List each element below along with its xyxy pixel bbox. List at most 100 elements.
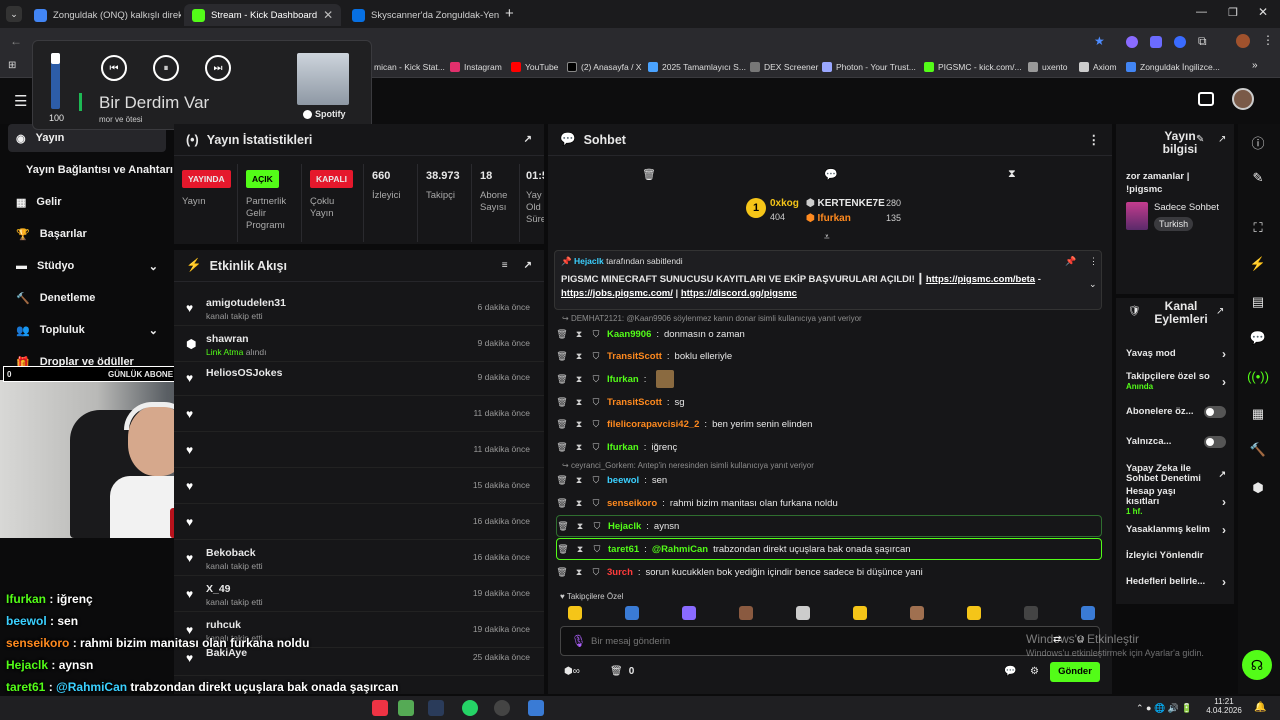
sidebar-item-studyo[interactable]: ▬ Stüdyo ⌄: [8, 252, 166, 280]
activity-item[interactable]: ♥ 11 dakika önce: [174, 434, 544, 468]
chat-message[interactable]: 🗑 ⧗ ⛉ filelicorapavcisi42_2: ben yerim senin…: [556, 413, 1096, 435]
delete-icon[interactable]: 🗑: [556, 419, 568, 430]
hammer-icon[interactable]: 🔨: [1238, 436, 1278, 464]
delete-icon[interactable]: 🗑: [556, 567, 568, 578]
chat-message[interactable]: 🗑 ⧗ ⛉ beewol: sen: [556, 469, 1096, 491]
chat-toggle-icon[interactable]: 💬: [1238, 324, 1278, 352]
activity-item[interactable]: ♥ 11 dakika önce: [174, 398, 544, 432]
new-tab-icon[interactable]: +: [505, 5, 514, 22]
chat-username[interactable]: TransitScott: [607, 351, 662, 362]
emote-icon[interactable]: [739, 606, 753, 620]
sidebar-item-basarilar[interactable]: 🏆 Başarılar: [8, 220, 166, 248]
pinned-link-beta[interactable]: https://pigsmc.com/beta: [926, 274, 1035, 285]
pinned-link-jobs[interactable]: https://jobs.pigsmc.com/: [561, 288, 673, 299]
delete-icon[interactable]: 🗑: [556, 397, 568, 408]
bookmark-0[interactable]: mican - Kick Stat...: [374, 60, 445, 74]
delete-icon[interactable]: 🗑: [557, 544, 569, 555]
delete-icon[interactable]: 🗑: [556, 351, 568, 362]
emote-icon[interactable]: [1024, 606, 1038, 620]
delete-icon[interactable]: 🗑: [556, 442, 568, 453]
bookmark-10[interactable]: Zonguldak İngilizce...: [1126, 60, 1220, 74]
delete-icon[interactable]: 🗑: [556, 475, 568, 486]
chat-message[interactable]: 🗑 ⧗ ⛉ Ifurkan:: [556, 368, 1096, 390]
expand-pinned-icon[interactable]: ⌄: [1089, 279, 1097, 290]
delete-icon[interactable]: 🗑: [556, 329, 568, 340]
activity-item[interactable]: ♥ amigotudelen31 kanalı takip etti 6 dakika…: [174, 292, 544, 326]
chat-input[interactable]: [591, 631, 1011, 651]
activity-item[interactable]: ♥ Bekoback kanalı takip etti 16 dakika önce: [174, 542, 544, 576]
chat-username[interactable]: Hejaclk: [608, 521, 641, 532]
gift-count[interactable]: 🗑 0: [610, 666, 634, 677]
bookmark-6[interactable]: Photon - Your Trust...: [822, 60, 916, 74]
timeout-icon[interactable]: ⧗: [573, 419, 585, 430]
bookmark-3[interactable]: (2) Anasayfa / X: [567, 60, 641, 74]
bookmark-star-icon[interactable]: ★: [1094, 34, 1105, 48]
chat-username[interactable]: Kaan9906: [607, 329, 651, 340]
chat-username[interactable]: senseikoro: [607, 498, 657, 509]
channel-action-7[interactable]: İzleyici Yönlendir: [1126, 544, 1226, 568]
more-options-icon[interactable]: ⋮: [1088, 132, 1101, 147]
emote-icon[interactable]: [967, 606, 981, 620]
send-button[interactable]: Gönder: [1050, 662, 1100, 682]
channel-action-3[interactable]: Yalnızca...: [1126, 430, 1226, 454]
points-rail-icon[interactable]: ⬢: [1238, 474, 1278, 502]
edit-icon[interactable]: ✎: [1196, 134, 1204, 145]
chat-message[interactable]: 🗑 ⧗ ⛉ 3urch: sorun kucukklen bok yediğin içi…: [556, 561, 1096, 583]
chat-message[interactable]: 🗑 ⧗ ⛉ senseikoro: rahmi bizim manitası olan …: [556, 492, 1096, 514]
microphone-icon[interactable]: 🎙: [571, 634, 586, 648]
chat-message[interactable]: 🗑 ⧗ ⛉ taret61: @RahmiCan trabzondan direkt uç…: [556, 538, 1102, 560]
tab-0[interactable]: Zonguldak (ONQ) kalkışlı direkt✕: [26, 4, 181, 26]
timeout-icon[interactable]: ⧗: [573, 329, 585, 340]
emote-icon[interactable]: [910, 606, 924, 620]
pencil-icon[interactable]: ✎: [1238, 164, 1278, 192]
unpin-icon[interactable]: 📌: [1065, 256, 1076, 267]
timeout-icon[interactable]: ⧗: [573, 567, 585, 578]
activity-item[interactable]: ♥ HeliosOSJokes 9 dakika önce: [174, 362, 544, 396]
close-icon[interactable]: ✕: [323, 8, 333, 22]
bookmark-4[interactable]: 2025 Tamamlayıcı S...: [648, 60, 746, 74]
sidebar-item-gelir[interactable]: ▦ Gelir: [8, 188, 166, 216]
extension-icon[interactable]: [1126, 36, 1138, 48]
category-name[interactable]: Sadece Sohbet: [1154, 202, 1219, 213]
whatsapp-icon[interactable]: [462, 700, 478, 716]
bookmark-8[interactable]: uxento: [1028, 60, 1068, 74]
puzzle-icon[interactable]: ⧉: [1198, 34, 1207, 49]
tab-search-icon[interactable]: ⌄: [6, 6, 22, 22]
broadcast-toggle-icon[interactable]: ((•)): [1238, 362, 1278, 390]
pause-button[interactable]: ⏸: [153, 55, 179, 81]
chat-username[interactable]: filelicorapavcisi42_2: [607, 419, 699, 430]
info-icon[interactable]: ⓘ: [1238, 128, 1278, 156]
store-icon[interactable]: [1198, 92, 1214, 106]
tray-icons[interactable]: ⌃ ● 🌐 🔊 🔋: [1136, 703, 1193, 714]
bookmark-7[interactable]: PIGSMC - kick.com/...: [924, 60, 1022, 74]
top-chatter-1[interactable]: 0xkog: [770, 198, 799, 209]
channel-action-8[interactable]: Hedefleri belirle... ›: [1126, 570, 1226, 594]
more-bookmarks-icon[interactable]: »: [1252, 60, 1258, 71]
timeout-icon[interactable]: ⧗: [573, 351, 585, 362]
notifications-icon[interactable]: 🔔: [1254, 702, 1266, 713]
activity-item[interactable]: ♥ 15 dakika önce: [174, 470, 544, 504]
minimize-icon[interactable]: —: [1196, 6, 1207, 18]
emote-icon[interactable]: [796, 606, 810, 620]
extension-icon[interactable]: [1174, 36, 1186, 48]
chat-username[interactable]: 3urch: [607, 567, 633, 578]
channel-action-5[interactable]: Hesap yaşı kısıtları 1 hf. ›: [1126, 487, 1226, 517]
hamburger-icon[interactable]: ☰: [14, 92, 27, 110]
expand-icon[interactable]: ⛶: [1238, 214, 1278, 242]
extension-icon[interactable]: [1150, 36, 1162, 48]
emote-icon[interactable]: [568, 606, 582, 620]
filter-icon[interactable]: ≡: [502, 260, 508, 271]
popout-icon[interactable]: ↗: [524, 134, 532, 145]
bookmark-2[interactable]: YouTube: [511, 60, 558, 74]
popout-icon[interactable]: ↗: [524, 260, 532, 271]
steam-icon[interactable]: [428, 700, 444, 716]
tab-2[interactable]: Skyscanner'da Zonguldak-Yeni✕: [344, 4, 499, 26]
channel-action-4[interactable]: Yapay Zeka ile Sohbet Denetimi ↗: [1126, 462, 1226, 486]
sidebar-item-topluluk[interactable]: 👥 Topluluk ⌄: [8, 316, 166, 344]
tab-1[interactable]: Stream - Kick Dashboard ✕: [184, 4, 341, 26]
bookmark-5[interactable]: DEX Screener: [750, 60, 818, 74]
profile-avatar[interactable]: [1236, 34, 1250, 48]
pinned-more-icon[interactable]: ⋮: [1089, 256, 1098, 267]
obs-icon[interactable]: [494, 700, 510, 716]
layout-icon[interactable]: ▦: [1238, 400, 1278, 428]
